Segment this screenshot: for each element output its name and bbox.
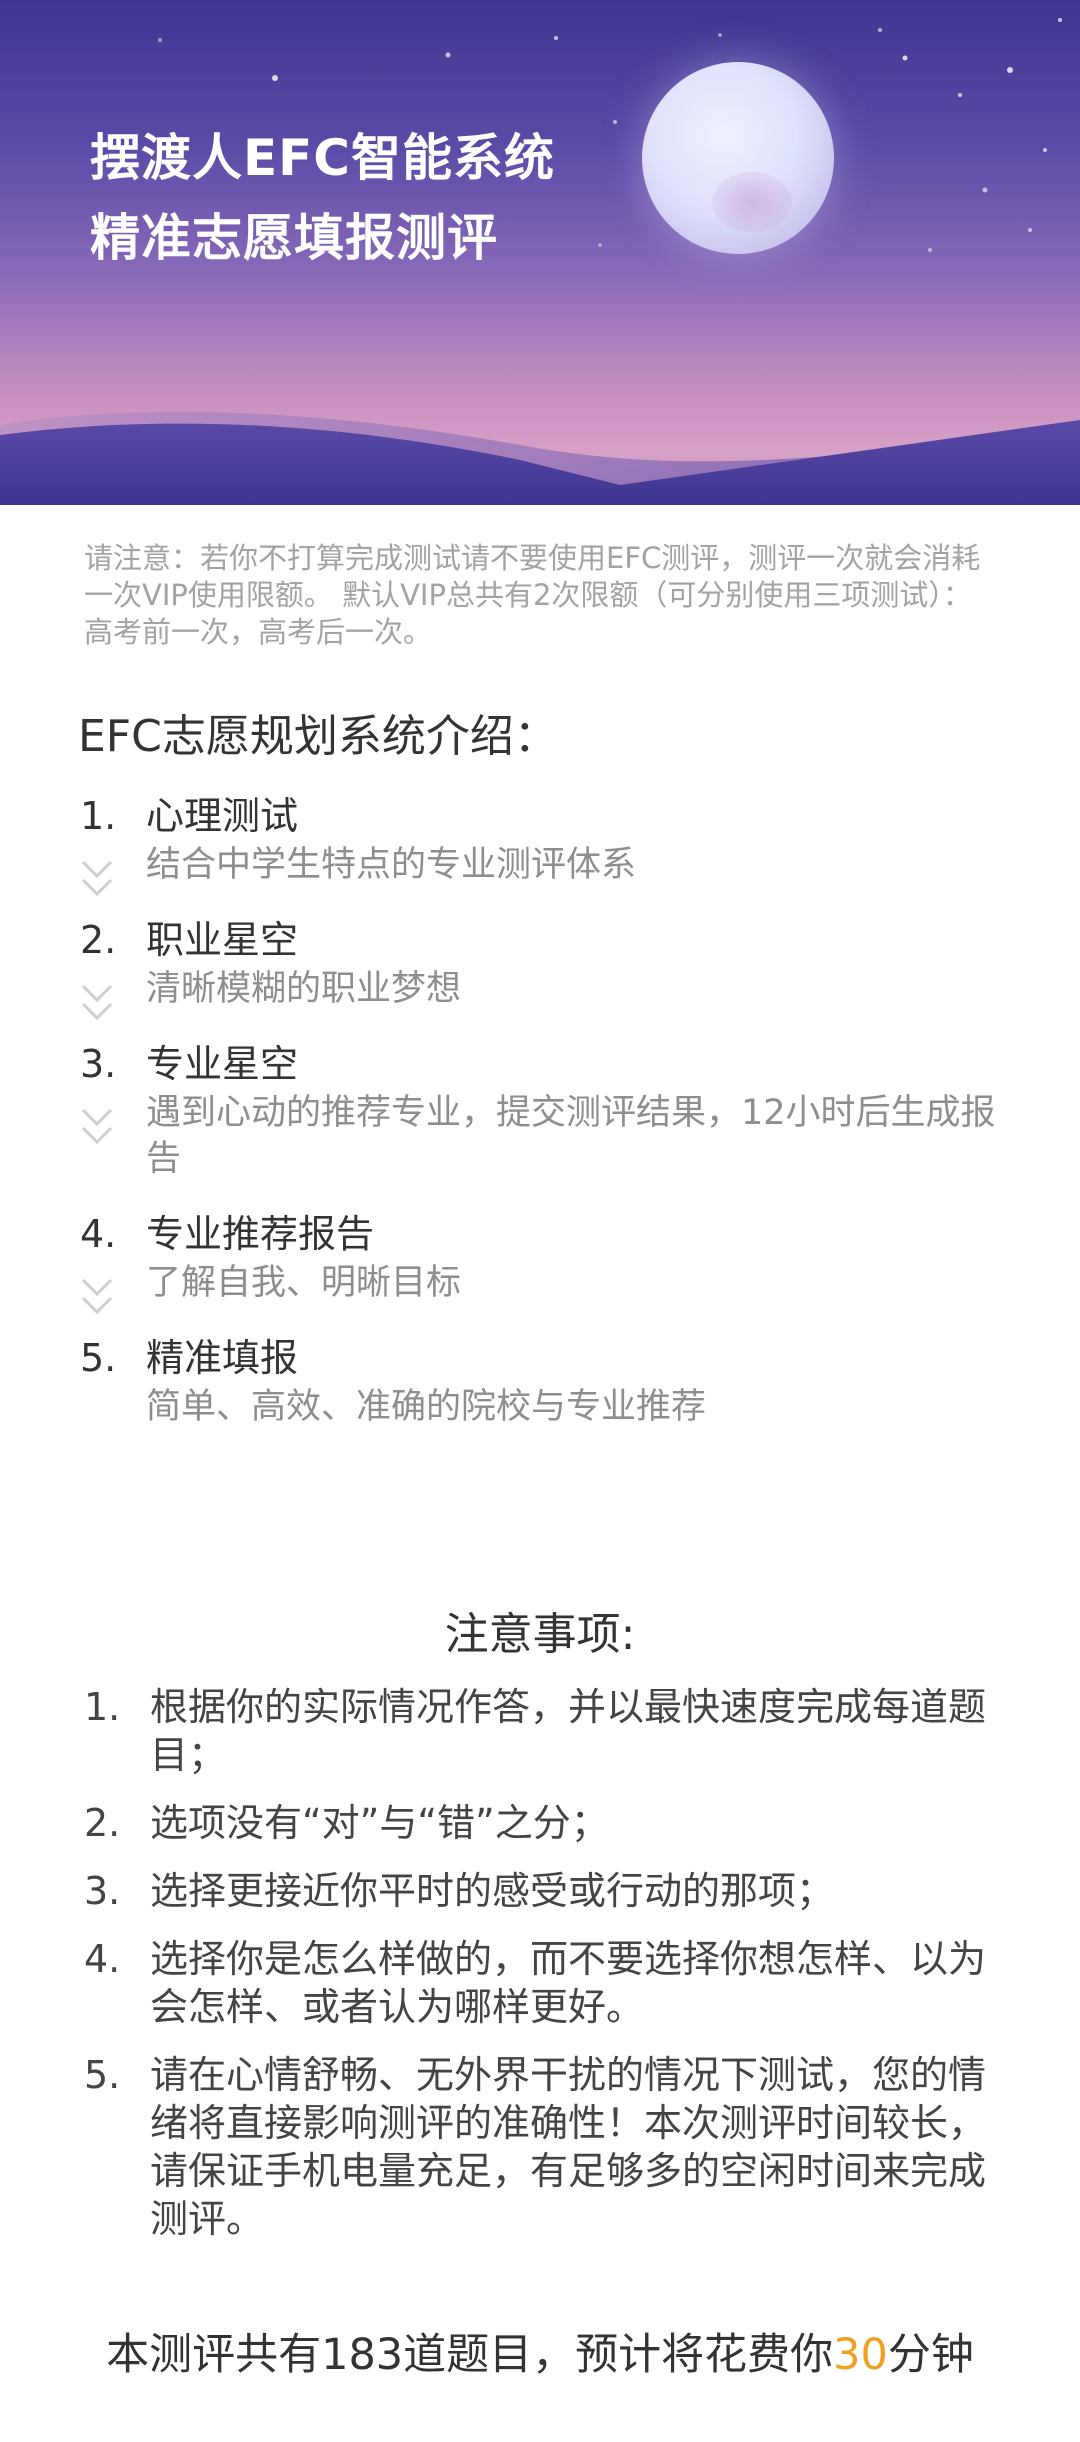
intro-item-number: 1. <box>80 794 117 838</box>
intro-item-5: 5. 精准填报 简单、高效、准确的院校与专业推荐 <box>80 1332 1000 1430</box>
intro-item-number: 5. <box>80 1336 117 1380</box>
intro-item-title: 心理测试 <box>146 794 299 838</box>
hero-title: 摆渡人EFC智能系统 精准志愿填报测评 <box>90 118 555 278</box>
intro-item-title: 专业推荐报告 <box>146 1212 375 1256</box>
intro-item-title: 专业星空 <box>146 1042 299 1086</box>
hills-decoration <box>0 411 1080 505</box>
note-text: 选择你是怎么样做的，而不要选择你想怎样、以为会怎样、或者认为哪样更好。 <box>150 1937 987 2029</box>
note-text: 选项没有“对”与“错”之分； <box>150 1801 609 1845</box>
note-item-2: 2. 选项没有“对”与“错”之分； <box>84 1799 1004 1847</box>
intro-item-desc: 了解自我、明晰目标 <box>146 1263 462 1303</box>
intro-list: 1. 心理测试 结合中学生特点的专业测评体系 2. 职业星空 清晰模糊的职业梦想 3… <box>80 790 1000 1456</box>
double-chevron-down-icon <box>81 1278 113 1315</box>
intro-item-4: 4. 专业推荐报告 了解自我、明晰目标 <box>80 1208 1000 1315</box>
intro-item-2: 2. 职业星空 清晰模糊的职业梦想 <box>80 914 1000 1021</box>
intro-item-3: 3. 专业星空 遇到心动的推荐专业，提交测评结果，12小时后生成报告 <box>80 1038 1000 1182</box>
note-text: 选择更接近你平时的感受或行动的那项； <box>150 1869 835 1913</box>
intro-item-desc: 清晰模糊的职业梦想 <box>146 969 462 1009</box>
note-item-4: 4. 选择你是怎么样做的，而不要选择你想怎样、以为会怎样、或者认为哪样更好。 <box>84 1935 1004 2031</box>
note-item-1: 1. 根据你的实际情况作答，并以最快速度完成每道题目； <box>84 1683 1004 1779</box>
notes-list: 1. 根据你的实际情况作答，并以最快速度完成每道题目； 2. 选项没有“对”与“… <box>84 1683 1004 2263</box>
note-text: 根据你的实际情况作答，并以最快速度完成每道题目； <box>150 1685 987 1777</box>
note-number: 5. <box>84 2053 121 2097</box>
intro-title: EFC志愿规划系统介绍： <box>78 711 558 762</box>
notes-title: 注意事项: <box>444 1609 636 1660</box>
double-chevron-down-icon <box>81 860 113 897</box>
notice-text: 请注意：若你不打算完成测试请不要使用EFC测评，测评一次就会消耗一次VIP使用限… <box>84 541 981 649</box>
double-chevron-down-icon <box>81 984 113 1021</box>
note-item-3: 3. 选择更接近你平时的感受或行动的那项； <box>84 1867 1004 1915</box>
hero-title-line2: 精准志愿填报测评 <box>90 209 498 267</box>
summary-prefix: 本测评共有183道题目，预计将花费你 <box>106 2330 834 2380</box>
summary-suffix: 分钟 <box>887 2330 974 2380</box>
question-summary: 本测评共有183道题目，预计将花费你30分钟 <box>0 2320 1080 2382</box>
hero-title-line1: 摆渡人EFC智能系统 <box>90 129 556 187</box>
intro-item-desc: 简单、高效、准确的院校与专业推荐 <box>146 1387 707 1427</box>
double-chevron-down-icon <box>81 1108 113 1145</box>
moon-illustration <box>642 62 834 254</box>
note-text: 请在心情舒畅、无外界干扰的情况下测试，您的情绪将直接影响测评的准确性！本次测评时… <box>150 2053 987 2241</box>
note-number: 2. <box>84 1801 121 1845</box>
note-item-5: 5. 请在心情舒畅、无外界干扰的情况下测试，您的情绪将直接影响测评的准确性！本次… <box>84 2051 1004 2243</box>
intro-item-1: 1. 心理测试 结合中学生特点的专业测评体系 <box>80 790 1000 897</box>
note-number: 3. <box>84 1869 121 1913</box>
intro-item-title: 职业星空 <box>146 918 299 962</box>
intro-item-number: 4. <box>80 1212 117 1256</box>
note-number: 1. <box>84 1685 121 1729</box>
intro-item-desc: 结合中学生特点的专业测评体系 <box>146 845 637 885</box>
intro-item-number: 3. <box>80 1042 117 1086</box>
hero-banner: 摆渡人EFC智能系统 精准志愿填报测评 <box>0 0 1080 505</box>
note-number: 4. <box>84 1937 121 1981</box>
intro-item-title: 精准填报 <box>146 1336 299 1380</box>
summary-minutes: 30 <box>833 2330 888 2380</box>
intro-item-desc: 遇到心动的推荐专业，提交测评结果，12小时后生成报告 <box>146 1093 996 1179</box>
intro-item-number: 2. <box>80 918 117 962</box>
